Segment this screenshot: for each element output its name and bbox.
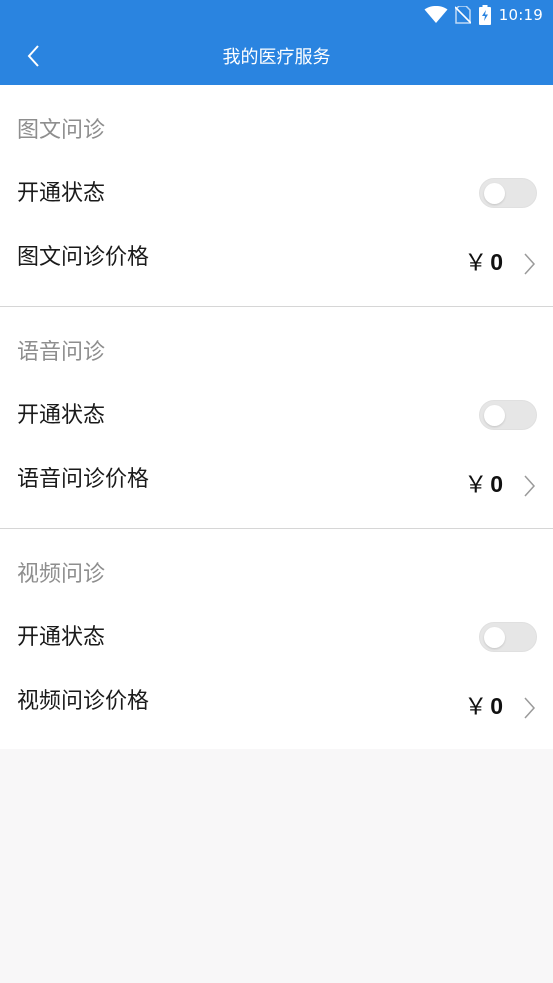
toggle-knob (484, 405, 505, 426)
currency-symbol: ￥ (464, 471, 488, 497)
section-title: 图文问诊 (17, 118, 106, 143)
status-toggle[interactable] (479, 178, 537, 208)
currency-symbol: ￥ (464, 249, 488, 275)
status-icons: 10:19 (424, 5, 543, 25)
status-label: 开通状态 (17, 403, 106, 428)
price-amount: 0 (490, 249, 503, 275)
chevron-right-icon (522, 252, 536, 276)
status-toggle[interactable] (479, 622, 537, 652)
toggle-knob (484, 627, 505, 648)
price-value: ￥ 0 (464, 469, 503, 499)
section-voice-consultation: 语音问诊 开通状态 语音问诊价格 ￥ 0 (0, 307, 553, 529)
price-value: ￥ 0 (464, 691, 503, 721)
page-title: 我的医疗服务 (222, 47, 331, 68)
no-sim-icon (454, 6, 471, 24)
price-label: 视频问诊价格 (17, 689, 150, 714)
toggle-knob (484, 183, 505, 204)
chevron-right-icon (522, 696, 536, 720)
status-label: 开通状态 (17, 181, 106, 206)
chevron-right-icon (522, 474, 536, 498)
section-video-consultation: 视频问诊 开通状态 视频问诊价格 ￥ 0 (0, 529, 553, 749)
price-value: ￥ 0 (464, 247, 503, 277)
battery-charging-icon (478, 5, 491, 25)
section-image-text-consultation: 图文问诊 开通状态 图文问诊价格 ￥ 0 (0, 85, 553, 307)
status-time: 10:19 (498, 6, 543, 24)
wifi-icon (424, 6, 448, 24)
price-label: 语音问诊价格 (17, 467, 150, 492)
price-amount: 0 (490, 471, 503, 497)
status-bar: 10:19 (0, 0, 553, 30)
price-label: 图文问诊价格 (17, 245, 150, 270)
status-toggle[interactable] (479, 400, 537, 430)
price-amount: 0 (490, 693, 503, 719)
currency-symbol: ￥ (464, 693, 488, 719)
section-title: 视频问诊 (17, 562, 106, 587)
chevron-left-icon (27, 44, 41, 72)
app-bar: 我的医疗服务 (0, 30, 553, 85)
service-list: 图文问诊 开通状态 图文问诊价格 ￥ 0 语音问诊 开通状态 语音问诊价格 ￥ 0 … (0, 85, 553, 749)
section-title: 语音问诊 (17, 340, 106, 365)
back-button[interactable] (18, 42, 50, 74)
status-label: 开通状态 (17, 625, 106, 650)
